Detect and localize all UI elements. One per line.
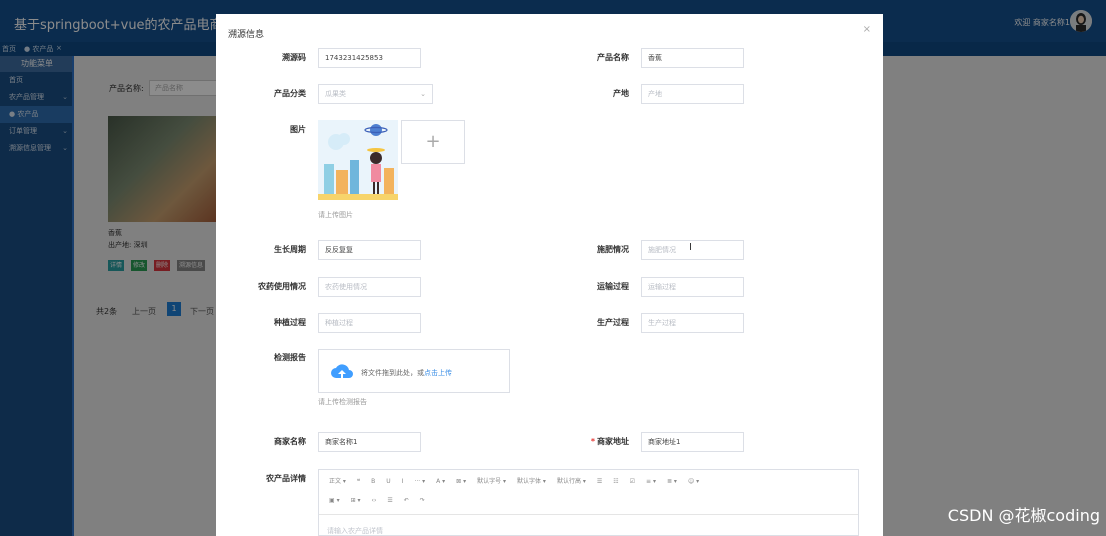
emoji-icon[interactable]: ☺ ▾ — [688, 478, 699, 485]
trace-code-input[interactable]: 1743231425853 — [318, 48, 421, 68]
fertilize-label: 施肥情况 — [597, 245, 629, 254]
report-hint: 请上传检测报告 — [318, 398, 367, 406]
code-icon[interactable]: ‹› — [372, 497, 377, 504]
image-icon[interactable]: ▣ ▾ — [329, 497, 340, 504]
report-drop-zone[interactable]: 将文件拖到此处，或点击上传 — [318, 349, 510, 393]
background-color-icon[interactable]: ⊠ ▾ — [456, 478, 466, 485]
pesticide-label: 农药使用情况 — [258, 282, 306, 291]
font-size-select[interactable]: 默认字号 ▾ — [477, 478, 506, 485]
editor-placeholder: 请输入农产品详情 — [327, 527, 383, 535]
cloud-upload-icon — [331, 364, 353, 378]
more-icon[interactable]: ··· ▾ — [414, 478, 425, 485]
planting-input[interactable]: 种植过程 — [318, 313, 421, 333]
add-image-button[interactable]: + — [401, 120, 465, 164]
line-height-select[interactable]: 默认行高 ▾ — [557, 478, 586, 485]
editor-toolbar-row-2: ▣ ▾ ⊞ ▾ ‹› ☰ ↶ ↷ — [329, 497, 436, 511]
watermark: CSDN @花椒coding — [947, 506, 1100, 525]
production-input[interactable]: 生产过程 — [641, 313, 744, 333]
growth-cycle-label: 生长周期 — [274, 245, 306, 254]
details-label: 农产品详情 — [266, 474, 306, 483]
fertilize-input[interactable]: 施肥情况 — [641, 240, 744, 260]
editor-toolbar-row-1: 正文 ▾ ❝ B U I ··· ▾ A ▾ ⊠ ▾ 默认字号 ▾ 默认字体 ▾ 默认行高 ▾ ☰ ☷ ☑… — [329, 476, 710, 490]
image-hint: 请上传图片 — [318, 211, 353, 219]
rich-text-editor[interactable]: 正文 ▾ ❝ B U I ··· ▾ A ▾ ⊠ ▾ 默认字号 ▾ 默认字体 ▾ 默认行高 ▾ ☰ ☷ ☑… — [318, 469, 859, 536]
merchant-name-label: 商家名称 — [274, 437, 306, 446]
italic-icon[interactable]: I — [402, 478, 404, 485]
required-mark: * — [590, 437, 595, 446]
merchant-name-input[interactable]: 商家名称1 — [318, 432, 421, 452]
numbered-list-icon[interactable]: ☷ — [613, 478, 618, 485]
category-select[interactable]: 瓜果类 ⌄ — [318, 84, 433, 104]
editor-divider — [319, 514, 858, 515]
transport-label: 运输过程 — [597, 282, 629, 291]
drop-zone-text: 将文件拖到此处，或点击上传 — [361, 369, 452, 377]
dialog-title: 溯源信息 — [228, 30, 265, 40]
divider-icon[interactable]: ☰ — [387, 497, 392, 504]
planting-label: 种植过程 — [274, 318, 306, 327]
text-cursor-icon: I — [689, 242, 692, 253]
todo-icon[interactable]: ☑ — [630, 478, 635, 485]
quote-icon[interactable]: ❝ — [357, 478, 360, 485]
merchant-address-label: * 商家地址 — [590, 437, 629, 446]
origin-input[interactable]: 产地 — [641, 84, 744, 104]
growth-cycle-input[interactable]: 反反复复 — [318, 240, 421, 260]
production-label: 生产过程 — [597, 318, 629, 327]
merchant-address-input[interactable]: 商家地址1 — [641, 432, 744, 452]
report-label: 检测报告 — [274, 353, 306, 362]
uploaded-image-thumbnail[interactable] — [318, 120, 398, 200]
underline-icon[interactable]: U — [386, 478, 390, 485]
bullet-list-icon[interactable]: ☰ — [597, 478, 602, 485]
bold-icon[interactable]: B — [371, 478, 375, 485]
origin-label: 产地 — [613, 89, 629, 98]
close-icon[interactable]: × — [863, 24, 871, 35]
chevron-down-icon: ⌄ — [420, 90, 426, 98]
trace-code-label: 溯源码 — [282, 53, 306, 62]
category-label: 产品分类 — [274, 89, 306, 98]
product-name-label: 产品名称 — [597, 53, 629, 62]
image-label: 图片 — [290, 125, 306, 134]
heading-select[interactable]: 正文 ▾ — [329, 478, 346, 485]
redo-icon[interactable]: ↷ — [420, 497, 425, 504]
pesticide-input[interactable]: 农药使用情况 — [318, 277, 421, 297]
font-color-icon[interactable]: A ▾ — [436, 478, 445, 485]
indent-icon[interactable]: ≣ ▾ — [667, 478, 677, 485]
product-name-input[interactable]: 香蕉 — [641, 48, 744, 68]
font-family-select[interactable]: 默认字体 ▾ — [517, 478, 546, 485]
table-icon[interactable]: ⊞ ▾ — [351, 497, 361, 504]
trace-info-dialog: 溯源信息 × 溯源码 1743231425853 产品名称 香蕉 产品分类 瓜果… — [216, 14, 883, 536]
align-icon[interactable]: ≡ ▾ — [646, 478, 656, 485]
undo-icon[interactable]: ↶ — [404, 497, 409, 504]
transport-input[interactable]: 运输过程 — [641, 277, 744, 297]
category-value: 瓜果类 — [325, 90, 346, 98]
click-upload-link[interactable]: 点击上传 — [424, 369, 452, 377]
